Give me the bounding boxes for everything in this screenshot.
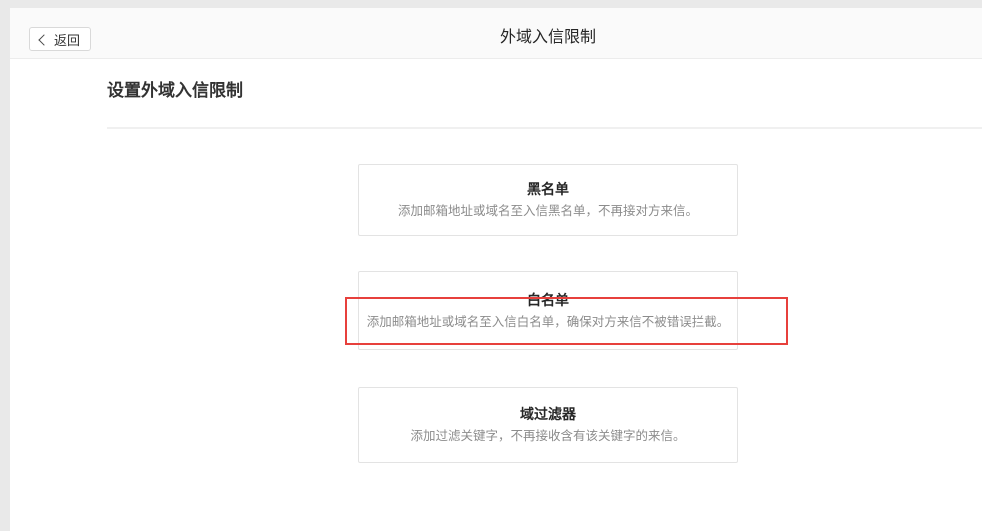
screen: 返回 外域入信限制 设置外域入信限制 黑名单 添加邮箱地址或域名至入信黑名单，不…: [0, 0, 982, 531]
main-panel: 返回 外域入信限制 设置外域入信限制 黑名单 添加邮箱地址或域名至入信黑名单，不…: [10, 8, 982, 531]
card-title: 域过滤器: [520, 406, 576, 422]
option-card-blacklist[interactable]: 黑名单 添加邮箱地址或域名至入信黑名单，不再接对方来信。: [358, 164, 738, 236]
section-heading: 设置外域入信限制: [107, 79, 243, 103]
card-description: 添加邮箱地址或域名至入信白名单，确保对方来信不被错误拦截。: [367, 314, 730, 330]
section-divider: [107, 127, 982, 129]
card-description: 添加邮箱地址或域名至入信黑名单，不再接对方来信。: [398, 203, 698, 219]
option-card-domain-filter[interactable]: 域过滤器 添加过滤关键字，不再接收含有该关键字的来信。: [358, 387, 738, 463]
card-description: 添加过滤关键字，不再接收含有该关键字的来信。: [410, 428, 685, 444]
page-header: 返回 外域入信限制: [10, 8, 982, 59]
option-card-whitelist[interactable]: 白名单 添加邮箱地址或域名至入信白名单，确保对方来信不被错误拦截。: [358, 271, 738, 350]
page-title: 外域入信限制: [10, 30, 982, 46]
card-title: 白名单: [527, 292, 569, 308]
card-title: 黑名单: [527, 181, 569, 197]
